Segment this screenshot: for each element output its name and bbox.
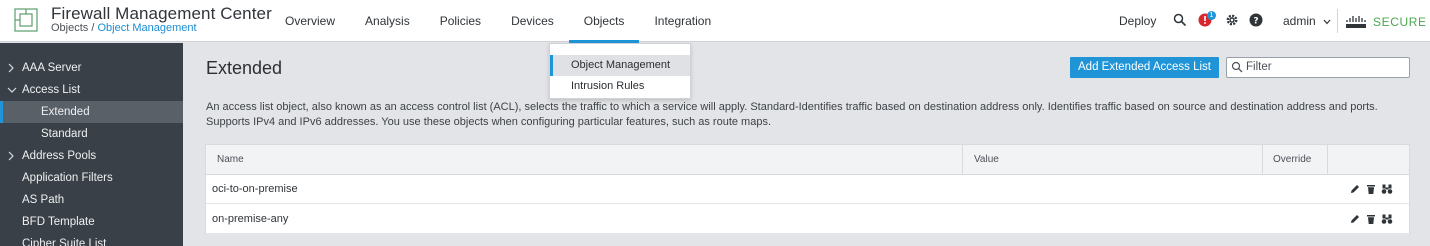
filter-input[interactable]: Filter: [1226, 57, 1410, 78]
main-nav: Overview Analysis Policies Devices Objec…: [270, 0, 726, 43]
sidebar-item-bfd-template[interactable]: BFD Template: [0, 211, 183, 233]
row-actions: [1349, 183, 1393, 197]
row-name: oci-to-on-premise: [212, 183, 298, 195]
sidebar-item-label: Address Pools: [22, 150, 97, 162]
breadcrumb: Objects / Object Management: [51, 22, 197, 34]
filter-placeholder: Filter: [1246, 61, 1272, 73]
nav-analysis[interactable]: Analysis: [350, 0, 425, 42]
row-name: on-premise-any: [212, 213, 289, 225]
sidebar-item-label: Standard: [41, 128, 88, 140]
column-divider: [1327, 145, 1328, 175]
sidebar: AAA Server Access List Extended Standard…: [0, 43, 183, 246]
sidebar-item-cipher-suite-list[interactable]: Cipher Suite List: [0, 233, 183, 246]
find-usage-icon[interactable]: [1381, 183, 1393, 195]
nav-integration[interactable]: Integration: [639, 0, 726, 42]
table-header: Name Value Override: [206, 145, 1409, 175]
cisco-logo-icon: [1345, 10, 1367, 32]
edit-icon[interactable]: [1349, 213, 1361, 225]
sidebar-item-aaa-server[interactable]: AAA Server: [0, 57, 183, 79]
chevron-right-icon: [7, 145, 17, 167]
sidebar-item-label: Cipher Suite List: [22, 238, 107, 246]
svg-text:?: ?: [1253, 17, 1258, 27]
row-actions: [1349, 213, 1393, 227]
deploy-button[interactable]: Deploy: [1119, 14, 1156, 28]
page-title: Extended: [206, 58, 283, 78]
notification-count-badge: 1: [1207, 11, 1216, 20]
nav-policies[interactable]: Policies: [425, 0, 496, 42]
sidebar-item-standard[interactable]: Standard: [0, 123, 183, 145]
column-header-name[interactable]: Name: [217, 145, 244, 175]
sidebar-item-application-filters[interactable]: Application Filters: [0, 167, 183, 189]
chevron-right-icon: [7, 57, 17, 79]
chevron-down-icon: [7, 79, 17, 101]
description-line: Supports IPv4 and IPv6 addresses. You us…: [206, 116, 772, 128]
user-name: admin: [1283, 14, 1316, 28]
menu-item-intrusion-rules[interactable]: Intrusion Rules: [550, 76, 690, 97]
column-divider: [1262, 145, 1263, 175]
add-extended-access-list-button[interactable]: Add Extended Access List: [1070, 57, 1219, 78]
description-line: An access list object, also known as an …: [206, 101, 1378, 113]
search-icon: [1231, 61, 1243, 73]
table-row[interactable]: oci-to-on-premise: [206, 175, 1409, 204]
column-divider: [962, 145, 963, 175]
sidebar-item-label: BFD Template: [22, 216, 95, 228]
edit-icon[interactable]: [1349, 183, 1361, 195]
sidebar-item-label: AS Path: [22, 194, 65, 206]
search-icon[interactable]: [1172, 12, 1188, 28]
sidebar-item-label: Application Filters: [22, 172, 113, 184]
app-title: Firewall Management Center: [51, 4, 272, 23]
brand-label: SECURE: [1373, 15, 1427, 29]
nav-overview[interactable]: Overview: [270, 0, 350, 42]
sidebar-item-extended[interactable]: Extended: [0, 101, 183, 123]
table-row[interactable]: on-premise-any: [206, 205, 1409, 234]
chevron-down-icon: [1323, 14, 1331, 28]
page-description: An access list object, also known as an …: [206, 100, 1396, 130]
nav-devices[interactable]: Devices: [496, 0, 569, 42]
sidebar-item-address-pools[interactable]: Address Pools: [0, 145, 183, 167]
delete-icon[interactable]: [1365, 213, 1377, 225]
breadcrumb-root[interactable]: Objects: [51, 22, 88, 34]
sidebar-item-label: AAA Server: [22, 62, 82, 74]
gear-icon[interactable]: [1224, 12, 1240, 28]
column-header-value[interactable]: Value: [974, 145, 999, 175]
sidebar-item-access-list[interactable]: Access List: [0, 79, 183, 101]
app-logo-icon[interactable]: [14, 8, 38, 32]
top-header: Firewall Management Center Objects / Obj…: [0, 0, 1430, 43]
sidebar-item-label: Extended: [41, 106, 90, 118]
nav-objects[interactable]: Objects: [568, 0, 640, 43]
menu-item-object-management[interactable]: Object Management: [550, 55, 690, 76]
help-icon[interactable]: ?: [1248, 12, 1264, 28]
sidebar-item-as-path[interactable]: AS Path: [0, 189, 183, 211]
sidebar-item-label: Access List: [22, 84, 81, 96]
header-divider: [1337, 9, 1338, 33]
access-list-table: Name Value Override oci-to-on-premise on…: [205, 144, 1410, 234]
column-header-override[interactable]: Override: [1273, 145, 1311, 175]
breadcrumb-current[interactable]: Object Management: [97, 22, 196, 34]
user-menu[interactable]: admin: [1283, 14, 1331, 28]
objects-dropdown-menu: Object Management Intrusion Rules: [549, 43, 691, 99]
find-usage-icon[interactable]: [1381, 213, 1393, 225]
delete-icon[interactable]: [1365, 183, 1377, 195]
